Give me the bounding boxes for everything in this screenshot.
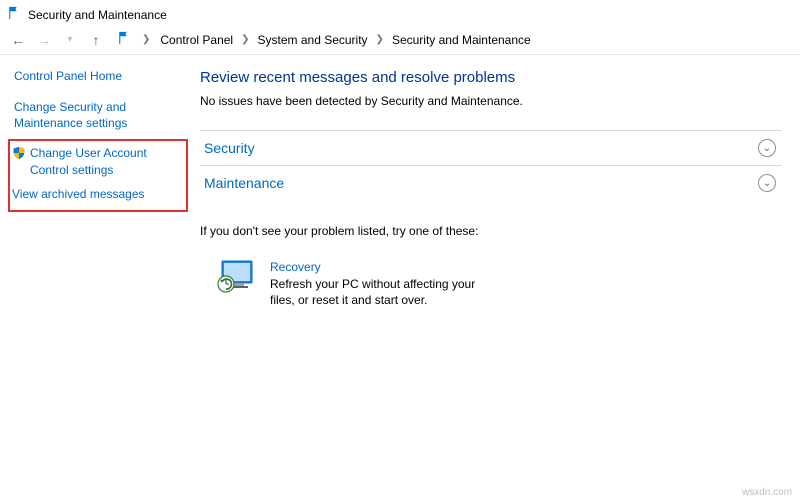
crumb-security-maintenance[interactable]: Security and Maintenance: [392, 33, 531, 47]
back-button[interactable]: ←: [10, 32, 26, 48]
chevron-right-icon: ❯: [241, 34, 249, 45]
section-security[interactable]: Security ⌄: [200, 130, 782, 165]
up-button[interactable]: ↑: [88, 32, 104, 48]
sidebar: Control Panel Home Change Security and M…: [0, 69, 200, 308]
content-body: Control Panel Home Change Security and M…: [0, 55, 800, 308]
crumb-control-panel[interactable]: Control Panel: [160, 33, 233, 47]
recovery-link[interactable]: Recovery: [270, 260, 490, 274]
sidebar-link-change-uac[interactable]: Change User Account Control settings: [12, 145, 180, 177]
recovery-description: Refresh your PC without affecting your f…: [270, 276, 490, 308]
breadcrumb: Control Panel ❯ System and Security ❯ Se…: [160, 33, 530, 47]
page-heading: Review recent messages and resolve probl…: [200, 69, 782, 86]
sidebar-link-label: Change Security and Maintenance settings: [14, 99, 188, 131]
recovery-block: Recovery Refresh your PC without affecti…: [216, 260, 782, 308]
chevron-right-icon: ❯: [376, 34, 384, 45]
status-text: No issues have been detected by Security…: [200, 94, 782, 108]
section-maintenance[interactable]: Maintenance ⌄: [200, 165, 782, 200]
try-one-text: If you don't see your problem listed, tr…: [200, 224, 782, 238]
sidebar-home-link[interactable]: Control Panel Home: [14, 69, 188, 83]
window-title: Security and Maintenance: [28, 8, 167, 22]
recovery-icon: [216, 260, 256, 308]
sidebar-link-label: View archived messages: [12, 186, 145, 202]
flag-icon: [118, 31, 132, 48]
chevron-down-icon[interactable]: ⌄: [758, 139, 776, 157]
nav-bar: ← → ▾ ↑ ❯ Control Panel ❯ System and Sec…: [0, 27, 800, 55]
watermark: wsxdn.com: [742, 487, 792, 498]
section-title: Maintenance: [204, 175, 284, 191]
forward-button[interactable]: →: [36, 32, 52, 48]
section-title: Security: [204, 140, 255, 156]
sidebar-link-label: Change User Account Control settings: [30, 145, 180, 177]
title-bar: Security and Maintenance: [0, 0, 800, 27]
highlight-annotation: Change User Account Control settings Vie…: [8, 139, 188, 212]
chevron-down-icon[interactable]: ⌄: [758, 174, 776, 192]
sidebar-link-view-archived[interactable]: View archived messages: [12, 186, 180, 202]
shield-icon: [12, 146, 26, 164]
chevron-right-icon: ❯: [142, 34, 150, 45]
crumb-system-security[interactable]: System and Security: [258, 33, 368, 47]
main-panel: Review recent messages and resolve probl…: [200, 69, 800, 308]
flag-icon: [8, 6, 22, 23]
sidebar-link-change-security[interactable]: Change Security and Maintenance settings: [14, 99, 188, 131]
recovery-text: Recovery Refresh your PC without affecti…: [270, 260, 490, 308]
recent-dropdown-icon[interactable]: ▾: [62, 34, 78, 45]
